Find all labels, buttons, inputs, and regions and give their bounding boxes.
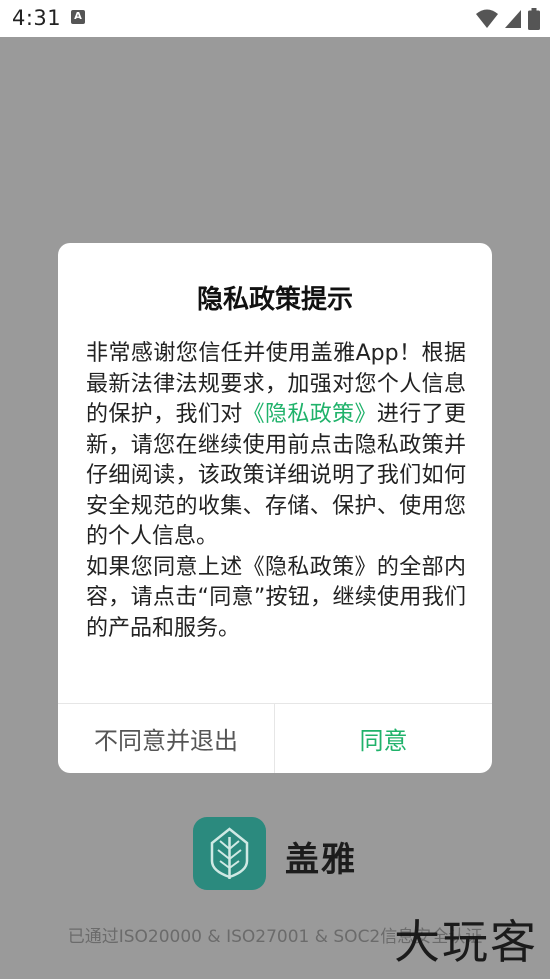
app-name: 盖雅 — [285, 840, 357, 880]
status-time: 4:31 — [12, 6, 62, 30]
battery-icon — [528, 8, 540, 30]
dialog-paragraph-1: 非常感谢您信任并使用盖雅App！根据最新法律法规要求，加强对您个人信息的保护，我… — [86, 339, 466, 553]
dialog-paragraph-2: 如果您同意上述《隐私政策》的全部内容，请点击“同意”按钮，继续使用我们的产品和服… — [86, 554, 466, 641]
watermark: 大玩客 — [394, 915, 538, 969]
dialog-body: 非常感谢您信任并使用盖雅App！根据最新法律法规要求，加强对您个人信息的保护，我… — [86, 339, 466, 644]
disagree-exit-button[interactable]: 不同意并退出 — [58, 704, 274, 773]
agree-button[interactable]: 同意 — [275, 704, 492, 773]
status-bar: 4:31 A — [0, 0, 550, 37]
wifi-icon — [476, 9, 498, 28]
privacy-dialog: 隐私政策提示 非常感谢您信任并使用盖雅App！根据最新法律法规要求，加强对您个人… — [58, 243, 492, 773]
privacy-policy-link[interactable]: 《隐私政策》 — [243, 402, 377, 427]
status-icons — [476, 8, 540, 30]
signal-icon — [505, 10, 521, 28]
a-icon: A — [71, 10, 85, 24]
tree-leaf-icon — [210, 827, 249, 879]
app-logo — [193, 817, 266, 890]
dialog-title: 隐私政策提示 — [196, 285, 353, 315]
